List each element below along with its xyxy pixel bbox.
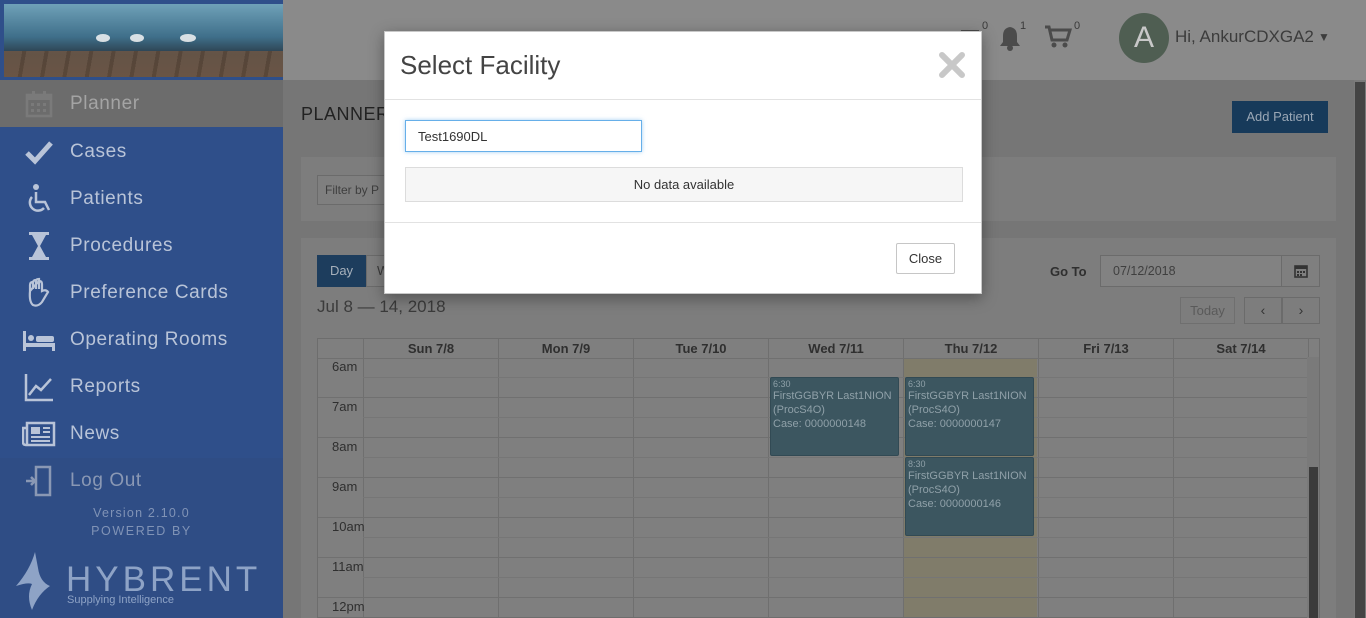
calendar-event[interactable]: 6:30 FirstGGBYR Last1NION (ProcS4O) Case… <box>770 377 899 456</box>
event-time: 8:30 <box>908 459 926 469</box>
prev-week-button[interactable]: ‹ <box>1244 297 1282 324</box>
hourglass-icon <box>22 230 56 262</box>
no-data-message: No data available <box>405 167 963 202</box>
sidebar: Planner Cases Patients Procedures Prefer… <box>0 0 283 618</box>
hour-label: 7am <box>332 399 358 414</box>
sidebar-item-label: Patients <box>70 187 144 209</box>
sidebar-item-label: Log Out <box>70 469 142 491</box>
modal-footer-divider <box>385 222 981 223</box>
sidebar-item-label: Cases <box>70 140 127 162</box>
goto-calendar-button[interactable] <box>1281 255 1320 287</box>
hour-label: 8am <box>332 439 358 454</box>
calendar-event[interactable]: 8:30 FirstGGBYR Last1NION (ProcS4O) Case… <box>905 457 1034 536</box>
day-header: Wed 7/11 <box>768 339 903 358</box>
logout-door-icon <box>22 465 56 497</box>
chevron-down-icon[interactable]: ▼ <box>1318 30 1330 44</box>
sidebar-item-reports[interactable]: Reports <box>0 363 283 410</box>
version-text: Version 2.10.0 <box>93 506 190 520</box>
event-procedure: (ProcS4O) <box>908 484 960 496</box>
avatar[interactable]: A <box>1119 13 1169 63</box>
next-week-button[interactable]: › <box>1282 297 1320 324</box>
page-scrollbar-thumb[interactable] <box>1355 82 1365 618</box>
close-icon[interactable] <box>937 50 967 80</box>
user-greeting[interactable]: Hi, AnkurCDXGA2 <box>1175 27 1314 47</box>
calendar-icon <box>22 88 56 120</box>
today-button[interactable]: Today <box>1180 297 1235 324</box>
bed-icon <box>22 324 56 356</box>
brand-tagline: Supplying Intelligence <box>67 594 175 606</box>
day-header: Mon 7/9 <box>498 339 633 358</box>
goto-label: Go To <box>1050 264 1087 279</box>
event-procedure: (ProcS4O) <box>908 404 960 416</box>
event-title: FirstGGBYR Last1NION <box>908 390 1027 402</box>
sidebar-item-procedures[interactable]: Procedures <box>0 222 283 269</box>
notifications-count: 1 <box>1020 20 1027 32</box>
day-header: Thu 7/12 <box>903 339 1038 358</box>
hour-label: 10am <box>332 519 365 534</box>
sidebar-banner-image <box>4 4 283 77</box>
day-header: Sun 7/8 <box>363 339 498 358</box>
goto-date-input[interactable]: 07/12/2018 <box>1100 255 1282 287</box>
wheelchair-icon <box>22 183 56 215</box>
day-header: Sat 7/14 <box>1173 339 1308 358</box>
sidebar-item-label: Planner <box>70 92 140 114</box>
event-time: 6:30 <box>908 379 926 389</box>
calendar-scrollbar-thumb[interactable] <box>1309 467 1318 618</box>
sidebar-item-preference-cards[interactable]: Preference Cards <box>0 269 283 316</box>
select-facility-modal: Select Facility No data available Close <box>384 31 982 294</box>
event-case: Case: 0000000147 <box>908 418 1001 430</box>
sidebar-item-operating-rooms[interactable]: Operating Rooms <box>0 316 283 363</box>
calendar-event[interactable]: 6:30 FirstGGBYR Last1NION (ProcS4O) Case… <box>905 377 1034 456</box>
powered-by-text: POWERED BY <box>91 524 192 538</box>
event-case: Case: 0000000148 <box>773 418 866 430</box>
event-title: FirstGGBYR Last1NION <box>773 390 892 402</box>
modal-title: Select Facility <box>400 50 561 80</box>
sidebar-item-label: Operating Rooms <box>70 328 228 350</box>
messages-count: 0 <box>982 20 989 32</box>
cart-count: 0 <box>1074 20 1081 32</box>
day-header: Fri 7/13 <box>1038 339 1173 358</box>
sidebar-item-label: Reports <box>70 375 141 397</box>
view-day-button[interactable]: Day <box>317 255 366 287</box>
day-header: Tue 7/10 <box>633 339 768 358</box>
sidebar-item-label: Procedures <box>70 234 174 256</box>
hour-label: 9am <box>332 479 358 494</box>
hour-label: 11am <box>332 559 364 574</box>
calendar-icon <box>1293 265 1308 278</box>
checkmark-icon <box>22 136 56 168</box>
modal-header-divider <box>385 99 981 100</box>
event-title: FirstGGBYR Last1NION <box>908 470 1027 482</box>
hour-label: 6am <box>332 359 358 374</box>
sidebar-item-patients[interactable]: Patients <box>0 175 283 222</box>
date-range-label: Jul 8 — 14, 2018 <box>317 297 446 316</box>
cart-icon[interactable] <box>1044 25 1072 49</box>
newspaper-icon <box>22 418 56 450</box>
hour-label: 12pm <box>332 599 365 614</box>
event-time: 6:30 <box>773 379 791 389</box>
glove-icon <box>22 277 56 309</box>
page-title: PLANNER <box>301 104 390 124</box>
facility-search-input[interactable] <box>405 120 642 152</box>
sidebar-item-news[interactable]: News <box>0 410 283 457</box>
sidebar-item-log-out[interactable]: Log Out <box>0 457 283 504</box>
calendar-grid: Sun 7/8 Mon 7/9 Tue 7/10 Wed 7/11 Thu 7/… <box>317 338 1320 618</box>
sidebar-item-planner[interactable]: Planner <box>0 80 283 127</box>
line-chart-icon <box>22 371 56 403</box>
add-patient-button[interactable]: Add Patient <box>1232 101 1328 133</box>
sidebar-item-cases[interactable]: Cases <box>0 128 283 175</box>
close-button[interactable]: Close <box>896 243 955 274</box>
event-case: Case: 0000000146 <box>908 498 1001 510</box>
sidebar-item-label: Preference Cards <box>70 281 229 303</box>
sidebar-item-label: News <box>70 422 120 444</box>
event-procedure: (ProcS4O) <box>773 404 825 416</box>
